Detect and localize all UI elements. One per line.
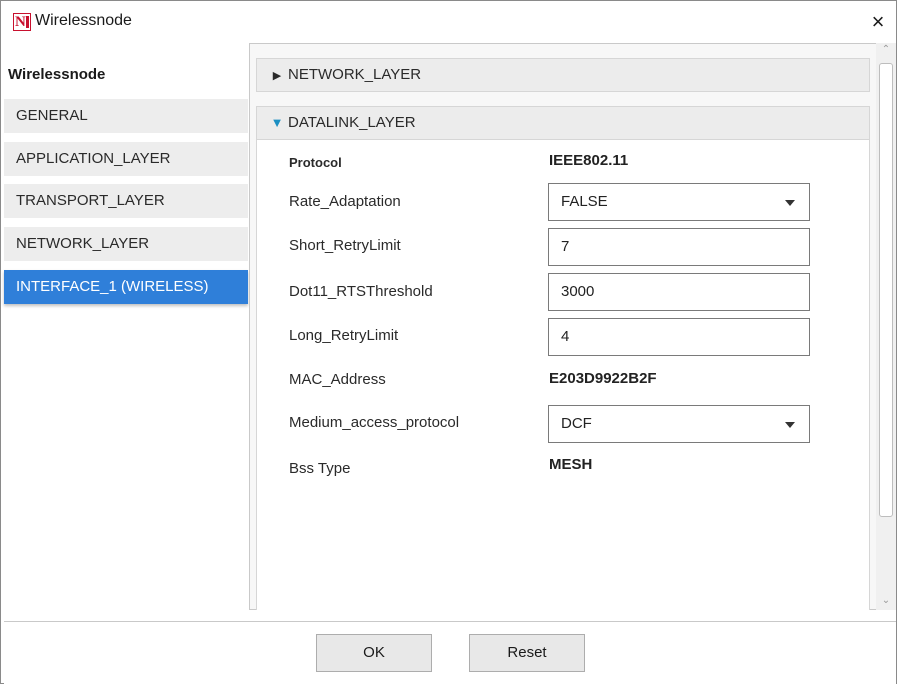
bss-type-label: Bss Type xyxy=(289,460,351,477)
sidebar-item-application-layer[interactable]: APPLICATION_LAYER xyxy=(4,142,248,176)
rts-threshold-label: Dot11_RTSThreshold xyxy=(289,283,433,300)
dialog-window: N Wirelessnode × Wirelessnode GENERAL AP… xyxy=(0,0,897,684)
expand-right-icon: ▶ xyxy=(272,70,282,82)
dropdown-caret-icon xyxy=(785,422,795,428)
sidebar-item-interface-1-wireless[interactable]: INTERFACE_1 (WIRELESS) xyxy=(4,270,248,304)
long-retry-limit-label: Long_RetryLimit xyxy=(289,327,399,344)
scroll-up-icon[interactable]: ⌃ xyxy=(880,43,892,57)
reset-button[interactable]: Reset xyxy=(469,634,585,672)
medium-access-protocol-value: DCF xyxy=(561,415,592,432)
close-button[interactable]: × xyxy=(860,5,896,39)
bss-type-value: MESH xyxy=(549,456,593,473)
sidebar-item-transport-layer[interactable]: TRANSPORT_LAYER xyxy=(4,184,248,218)
long-retry-limit-field[interactable]: 4 xyxy=(548,318,810,356)
vertical-scrollbar[interactable]: ⌃ ⌄ xyxy=(876,43,896,610)
sidebar: Wirelessnode GENERAL APPLICATION_LAYER T… xyxy=(1,43,249,618)
section-datalink-layer[interactable]: ▼ DATALINK_LAYER xyxy=(256,106,870,140)
app-logo-icon: N xyxy=(13,13,31,31)
ok-button[interactable]: OK xyxy=(316,634,432,672)
mac-address-label: MAC_Address xyxy=(289,371,386,388)
section-network-layer[interactable]: ▶ NETWORK_LAYER xyxy=(256,58,870,92)
rate-adaptation-value: FALSE xyxy=(561,193,608,210)
close-icon: × xyxy=(871,9,885,34)
title-bar: N Wirelessnode × xyxy=(1,1,896,43)
dialog-footer: OK Reset xyxy=(4,621,896,684)
datalink-section-body: Protocol IEEE802.11 Rate_Adaptation FALS… xyxy=(256,140,870,610)
medium-access-protocol-label: Medium_access_protocol xyxy=(289,414,460,431)
dropdown-caret-icon xyxy=(785,200,795,206)
sidebar-item-general[interactable]: GENERAL xyxy=(4,99,248,133)
medium-access-protocol-select[interactable]: DCF xyxy=(548,405,810,443)
mac-address-value: E203D9922B2F xyxy=(549,370,657,387)
protocol-value: IEEE802.11 xyxy=(549,152,629,169)
sidebar-item-network-layer[interactable]: NETWORK_LAYER xyxy=(4,227,248,261)
collapse-down-icon: ▼ xyxy=(270,115,284,130)
scroll-down-icon[interactable]: ⌄ xyxy=(880,594,892,608)
rate-adaptation-label: Rate_Adaptation xyxy=(289,193,401,210)
scrollbar-thumb[interactable] xyxy=(879,63,893,517)
short-retry-limit-field[interactable]: 7 xyxy=(548,228,810,266)
sidebar-title: Wirelessnode xyxy=(8,66,106,83)
short-retry-limit-label: Short_RetryLimit xyxy=(289,237,401,254)
protocol-label: Protocol xyxy=(289,155,342,170)
window-title: Wirelessnode xyxy=(35,12,132,29)
section-datalink-layer-label: DATALINK_LAYER xyxy=(288,114,416,131)
properties-panel: ▶ NETWORK_LAYER ▼ DATALINK_LAYER Protocol … xyxy=(249,43,895,610)
section-network-layer-label: NETWORK_LAYER xyxy=(288,66,422,83)
rate-adaptation-select[interactable]: FALSE xyxy=(548,183,810,221)
rts-threshold-field[interactable]: 3000 xyxy=(548,273,810,311)
